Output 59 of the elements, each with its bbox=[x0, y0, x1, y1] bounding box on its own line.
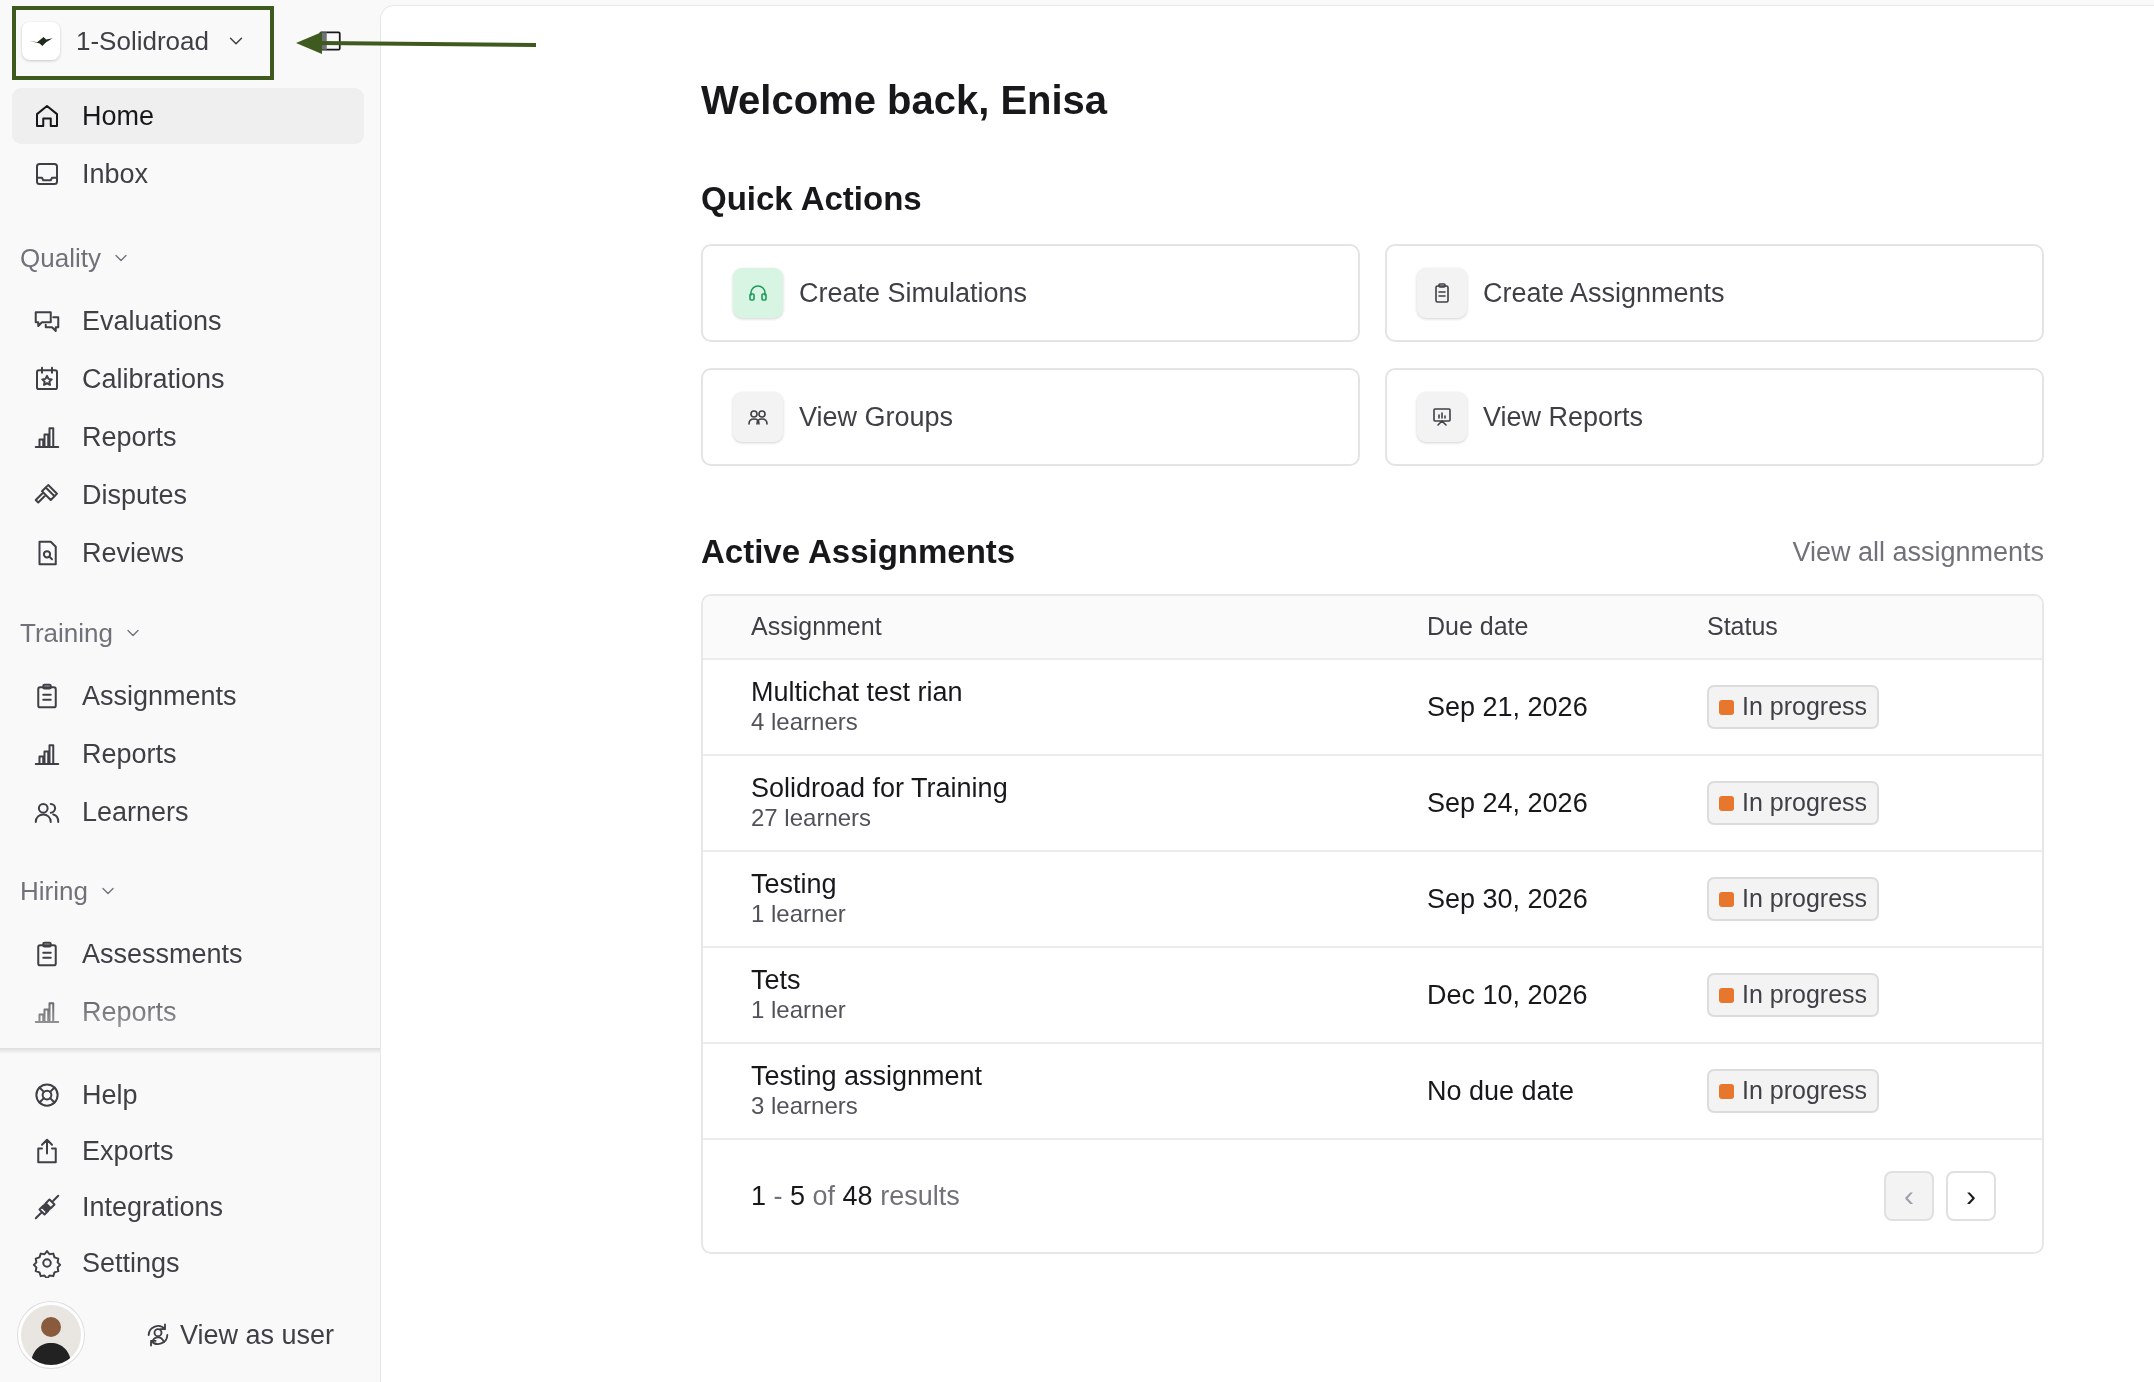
nav-item[interactable]: Exports bbox=[12, 1124, 364, 1178]
results-summary: 1 - 5 of 48 results bbox=[751, 1179, 960, 1213]
nav-item[interactable]: Evaluations bbox=[12, 293, 364, 349]
lifebuoy-icon bbox=[32, 1080, 62, 1110]
quick-action-card[interactable]: Create Assignments bbox=[1385, 244, 2044, 342]
learner-count: 4 learners bbox=[751, 708, 859, 737]
due-date: Sep 24, 2026 bbox=[1427, 786, 1589, 820]
learner-count: 3 learners bbox=[751, 1092, 859, 1121]
settings-icon bbox=[32, 1248, 62, 1278]
due-date: No due date bbox=[1427, 1074, 1576, 1108]
learner-count: 27 learners bbox=[751, 804, 873, 833]
quick-action-card[interactable]: View Reports bbox=[1385, 368, 2044, 466]
assignment-name[interactable]: Solidroad for Training bbox=[751, 773, 1427, 805]
due-date: Sep 30, 2026 bbox=[1427, 882, 1589, 916]
status-badge: In progress bbox=[1707, 1069, 1880, 1113]
status-badge: In progress bbox=[1707, 973, 1880, 1017]
column-header: Assignment bbox=[751, 611, 883, 643]
next-page-button[interactable]: › bbox=[1946, 1171, 1996, 1221]
nav-item[interactable]: Learners bbox=[12, 784, 364, 840]
status-badge: In progress bbox=[1707, 685, 1880, 729]
section-title: Quick Actions bbox=[701, 179, 923, 219]
view-all-link[interactable]: View all assignments bbox=[1792, 531, 2044, 573]
nav-item[interactable]: Calibrations bbox=[12, 351, 364, 407]
assignment-name[interactable]: Multichat test rian bbox=[751, 677, 1427, 709]
page-title: Welcome back, Enisa bbox=[701, 77, 1109, 124]
due-date: Dec 10, 2026 bbox=[1427, 978, 1589, 1012]
view-as-user-button[interactable]: View as user bbox=[137, 1313, 340, 1357]
learner-count: 1 learner bbox=[751, 900, 847, 929]
assignment-name[interactable]: Tets bbox=[751, 965, 1427, 997]
learner-count: 1 learner bbox=[751, 996, 847, 1025]
nav-item[interactable]: Reports bbox=[12, 984, 364, 1040]
status-badge: In progress bbox=[1707, 877, 1880, 921]
nav-item[interactable]: Assessments bbox=[12, 926, 364, 982]
quick-action-card[interactable]: Create Simulations bbox=[701, 244, 1360, 342]
nav-item[interactable]: Integrations bbox=[12, 1180, 364, 1234]
presentation-icon bbox=[1430, 405, 1454, 429]
due-date: Sep 21, 2026 bbox=[1427, 690, 1589, 724]
nav-item[interactable]: Disputes bbox=[12, 467, 364, 523]
quick-action-card[interactable]: View Groups bbox=[701, 368, 1360, 466]
nav-item[interactable]: Assignments bbox=[12, 668, 364, 724]
section-toggle[interactable]: Training bbox=[12, 608, 151, 658]
plug-icon bbox=[32, 1192, 62, 1222]
column-header: Due date bbox=[1427, 611, 1530, 643]
nav-item[interactable]: Inbox bbox=[12, 146, 364, 202]
nav-item[interactable]: Reports bbox=[12, 409, 364, 465]
nav-item[interactable]: Reports bbox=[12, 726, 364, 782]
nav-item[interactable]: Home bbox=[12, 88, 364, 144]
nav-item[interactable]: Settings bbox=[12, 1236, 364, 1290]
status-badge: In progress bbox=[1707, 781, 1880, 825]
section-toggle[interactable]: Quality bbox=[12, 233, 139, 283]
section-title: Active Assignments bbox=[701, 532, 1016, 572]
section-toggle[interactable]: Hiring bbox=[12, 866, 126, 916]
column-header: Status bbox=[1707, 611, 1779, 643]
workspace-switcher[interactable]: 1-Solidroad bbox=[14, 15, 255, 67]
assignment-name[interactable]: Testing bbox=[751, 869, 1427, 901]
avatar[interactable] bbox=[18, 1302, 84, 1368]
assignment-name[interactable]: Testing assignment bbox=[751, 1061, 1427, 1093]
nav-item[interactable]: Reviews bbox=[12, 525, 364, 581]
nav-item[interactable]: Help bbox=[12, 1068, 364, 1122]
